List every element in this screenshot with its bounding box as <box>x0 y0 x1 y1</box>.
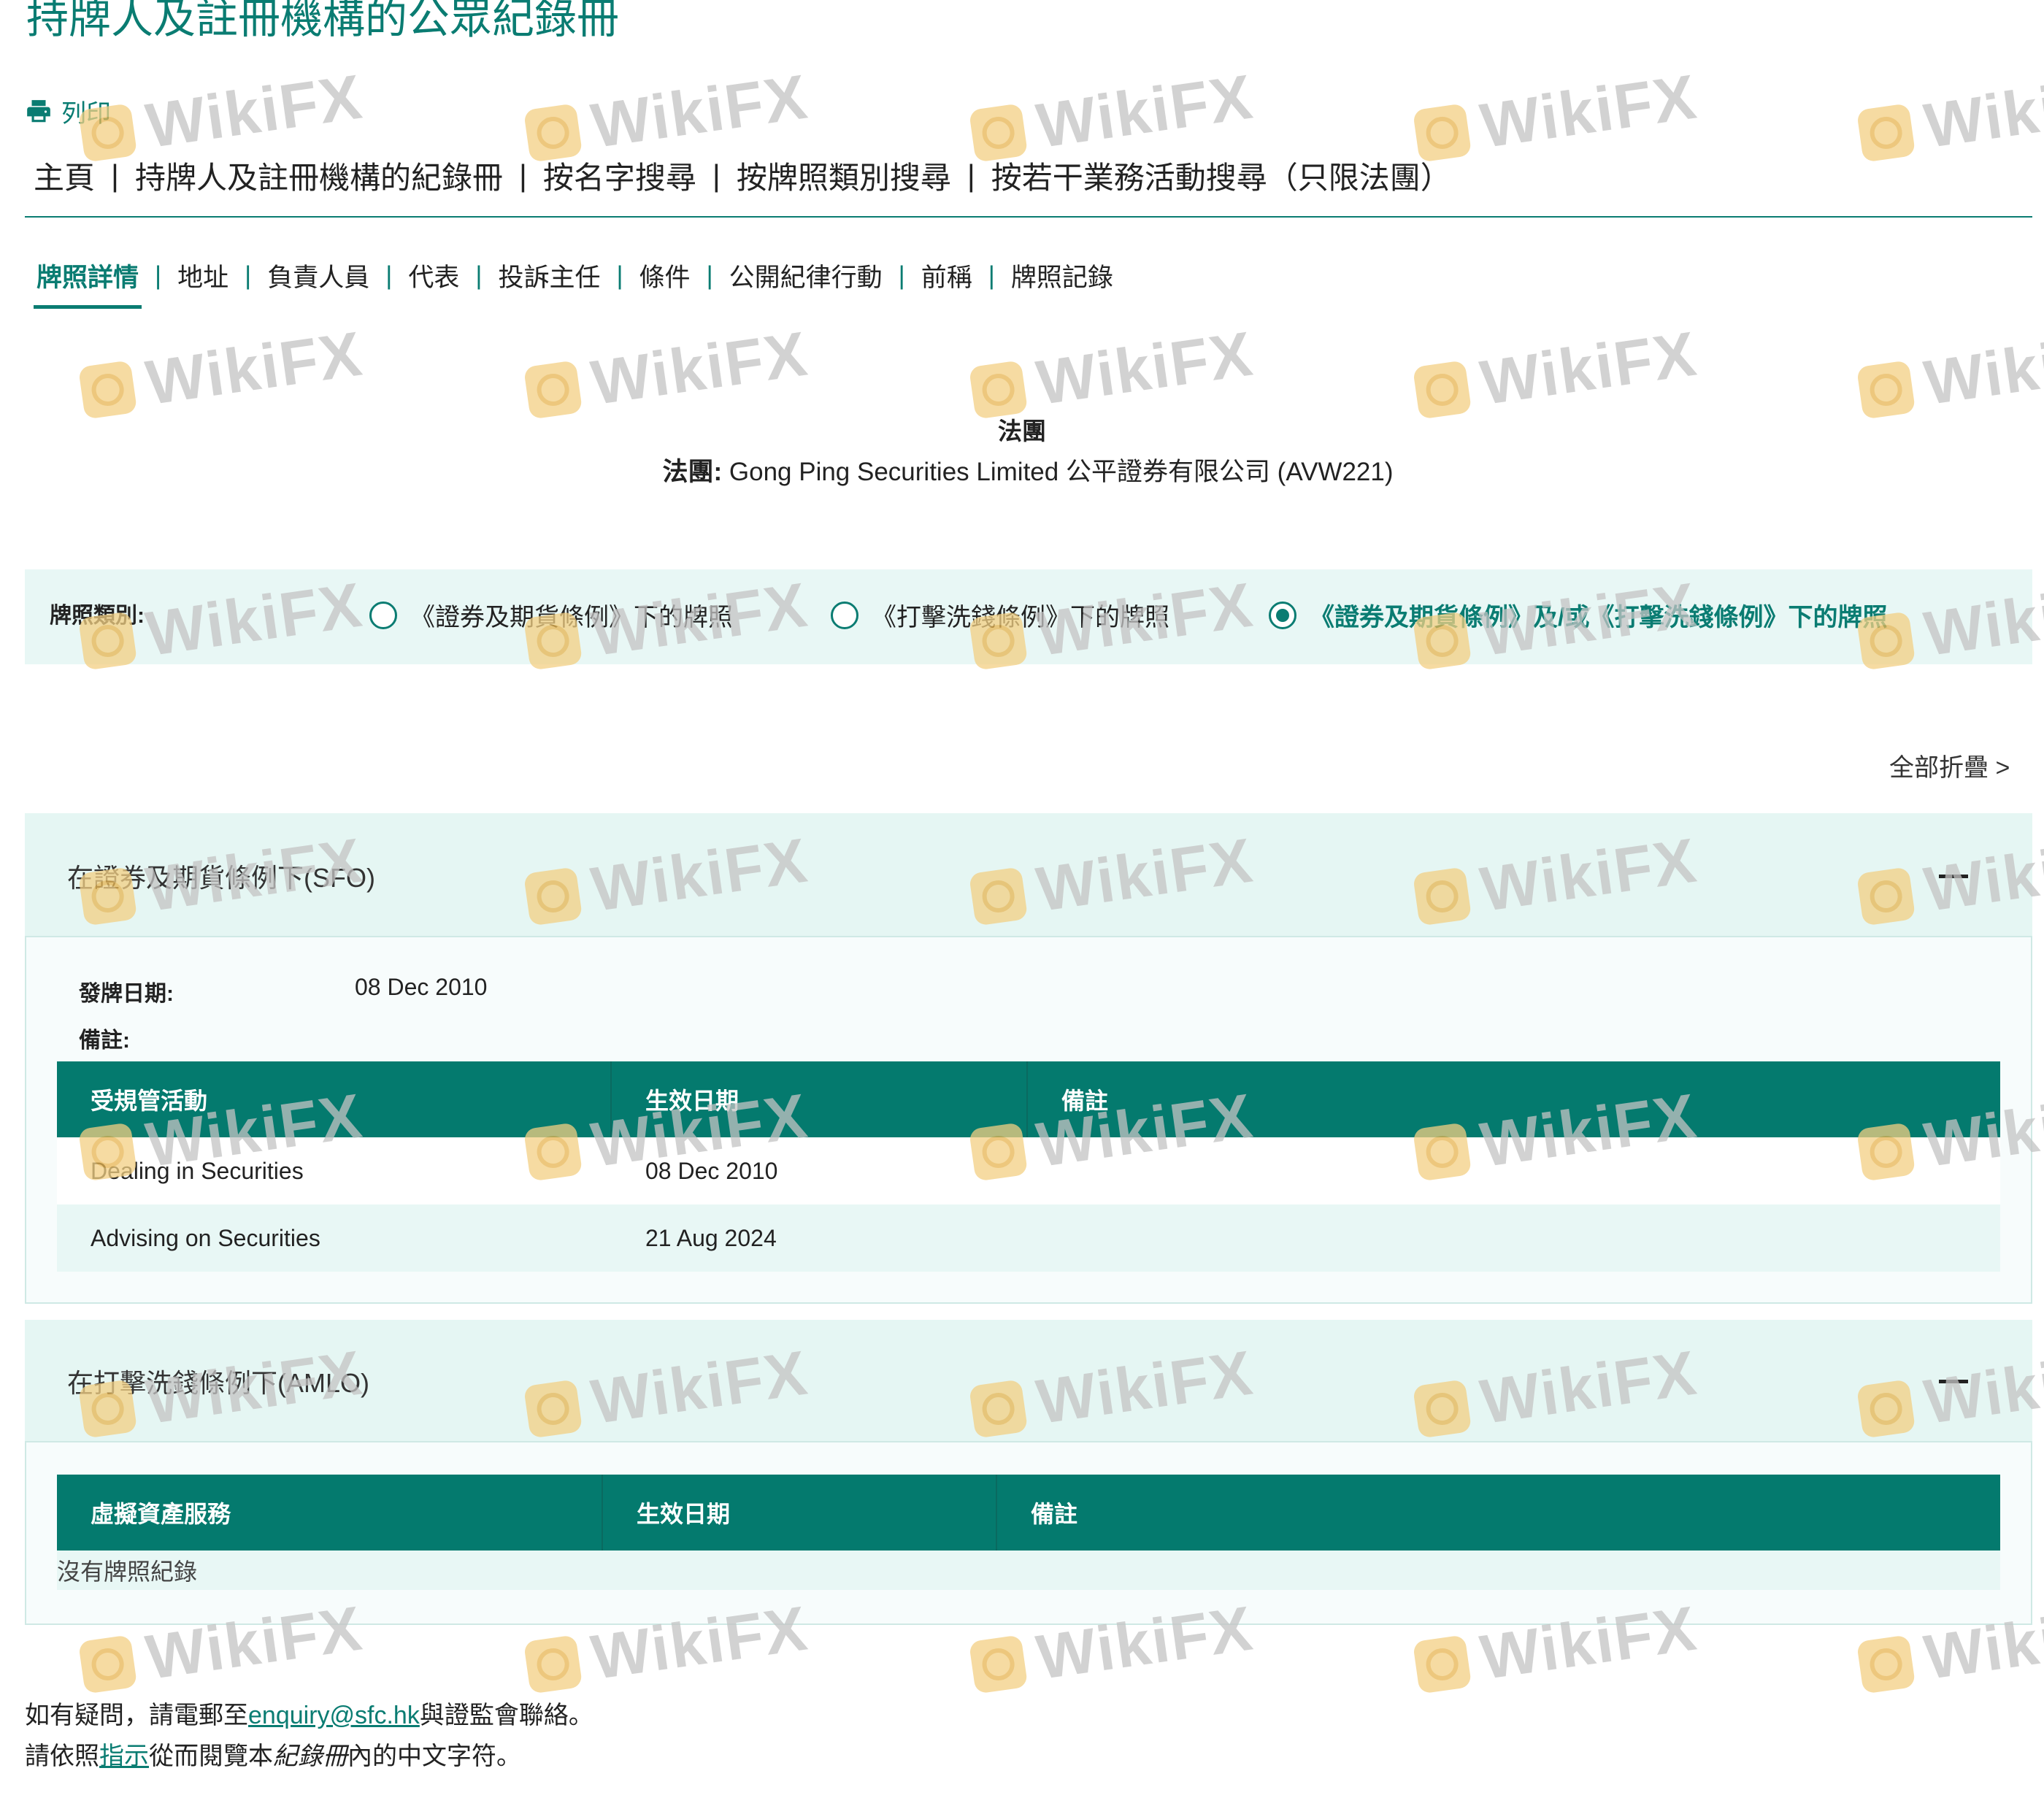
entity-name: Gong Ping Securities Limited 公平證券有限公司 (A… <box>729 458 1394 486</box>
table-row: Dealing in Securities 08 Dec 2010 <box>57 1137 2000 1204</box>
radio-label: 《打擊洗錢條例》下的牌照 <box>872 604 1169 631</box>
radio-circle[interactable] <box>369 601 397 629</box>
watermark-logo: WikiFX <box>1855 61 2044 172</box>
radio-circle[interactable] <box>831 601 858 629</box>
nav-separator: | <box>712 158 721 193</box>
collapse-minus-icon[interactable] <box>1939 1380 1968 1383</box>
radio-amlo-license[interactable]: 《打擊洗錢條例》下的牌照 <box>831 597 1169 633</box>
tab-license-details[interactable]: 牌照詳情 <box>33 257 142 309</box>
collapse-minus-icon[interactable] <box>1939 875 1968 878</box>
issue-date-value: 08 Dec 2010 <box>355 974 488 1000</box>
email-link[interactable]: enquiry@sfc.hk <box>248 1702 420 1729</box>
printer-icon <box>27 99 50 122</box>
no-records-row: 沒有牌照紀錄 <box>57 1551 2000 1590</box>
tab-former-names[interactable]: 前稱 <box>921 257 972 294</box>
radio-sfo-license[interactable]: 《證券及期貨條例》下的牌照 <box>369 597 733 633</box>
entity-name-line: 法團: Gong Ping Securities Limited 公平證券有限公… <box>0 451 2044 488</box>
col-virtual-asset-service: 虛擬資產服務 <box>57 1475 603 1551</box>
footer-guide: 請依照指示從而閱覽本紀錄冊內的中文字符。 <box>25 1742 521 1770</box>
print-label: 列印 <box>61 100 111 128</box>
entity-name-label: 法團: <box>662 458 723 486</box>
table-row: Advising on Securities 21 Aug 2024 <box>57 1204 2000 1272</box>
nav-register[interactable]: 持牌人及註冊機構的紀錄冊 <box>135 153 503 198</box>
tab-representatives[interactable]: 代表 <box>408 257 459 294</box>
nav-search-by-activity[interactable]: 按若干業務活動搜尋（只限法團） <box>991 153 1451 198</box>
nav-search-by-license[interactable]: 按牌照類別搜尋 <box>737 153 951 198</box>
col-remarks: 備註 <box>1061 1088 1109 1114</box>
nav-separator: | <box>111 158 119 193</box>
nav-search-by-name[interactable]: 按名字搜尋 <box>543 153 696 198</box>
nav-separator: | <box>967 158 975 193</box>
collapse-all-link[interactable]: 全部折疊 > <box>1889 748 2010 783</box>
radio-label: 《證券及期貨條例》及/或《打擊洗錢條例》下的牌照 <box>1310 604 1888 631</box>
footer-contact: 如有疑問，請電郵至enquiry@sfc.hk與證監會聯絡。 <box>25 1702 593 1729</box>
nav-separator: | <box>518 158 527 193</box>
top-nav: 主頁 | 持牌人及註冊機構的紀錄冊 | 按名字搜尋 | 按牌照類別搜尋 | 按若… <box>34 153 1451 198</box>
entity-type: 法團 <box>998 418 1046 445</box>
tab-disciplinary-actions[interactable]: 公開紀律行動 <box>729 257 883 294</box>
radio-circle-selected[interactable] <box>1269 601 1296 629</box>
sfo-panel-title: 在證券及期貨條例下(SFO) <box>67 863 375 893</box>
tab-complaints-officer[interactable]: 投訴主任 <box>498 257 600 294</box>
guide-link[interactable]: 指示 <box>99 1742 149 1770</box>
tab-address[interactable]: 地址 <box>177 257 228 294</box>
col-effective-date: 生效日期 <box>603 1475 997 1551</box>
sfo-table-header: 受規管活動 生效日期 備註 <box>57 1061 2000 1137</box>
print-button[interactable]: 列印 <box>25 93 111 129</box>
sub-nav: 牌照詳情 | 地址 | 負責人員 | 代表 | 投訴主任 | 條件 | 公開紀律… <box>33 257 1113 309</box>
watermark-logo: WikiFX <box>1411 61 1702 172</box>
amlo-panel-title: 在打擊洗錢條例下(AMLO) <box>67 1368 370 1398</box>
nav-home[interactable]: 主頁 <box>34 153 95 198</box>
tab-responsible-officers[interactable]: 負責人員 <box>267 257 369 294</box>
license-type-label: 牌照類別: <box>50 604 145 628</box>
col-remarks: 備註 <box>1031 1501 1078 1527</box>
col-regulated-activity: 受規管活動 <box>57 1061 612 1137</box>
top-nav-divider <box>25 216 2032 218</box>
radio-label: 《證券及期貨條例》下的牌照 <box>410 604 733 631</box>
tab-conditions[interactable]: 條件 <box>639 257 691 294</box>
radio-sfo-and-amlo-license[interactable]: 《證券及期貨條例》及/或《打擊洗錢條例》下的牌照 <box>1269 597 1887 633</box>
remarks-label: 備註: <box>79 1029 130 1053</box>
amlo-table-header: 虛擬資產服務 生效日期 備註 <box>57 1475 2000 1551</box>
col-effective-date: 生效日期 <box>612 1061 1028 1137</box>
page-title: 持牌人及註冊機構的公眾紀錄冊 <box>26 0 620 42</box>
tab-license-records[interactable]: 牌照記錄 <box>1011 257 1113 294</box>
issue-date-label: 發牌日期: <box>79 982 174 1006</box>
